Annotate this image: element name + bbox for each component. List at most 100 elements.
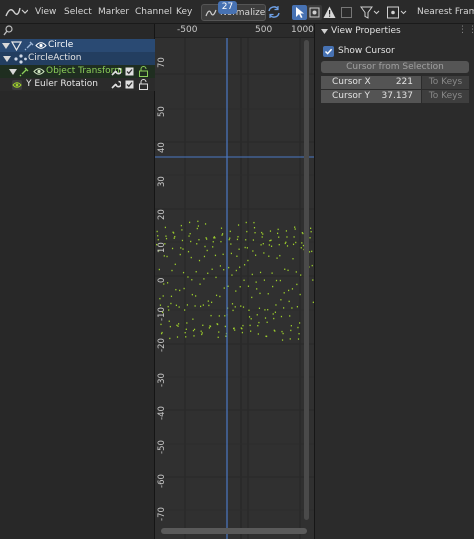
chevron-down-icon[interactable] xyxy=(9,68,17,76)
normalize-icon xyxy=(205,9,217,17)
curve-sample-point xyxy=(266,335,268,338)
lock-icon[interactable] xyxy=(138,79,149,90)
checkbox-icon[interactable] xyxy=(125,67,134,76)
curve-sample-point xyxy=(251,296,253,299)
refresh-icon[interactable] xyxy=(267,5,281,19)
ghost-toggle[interactable] xyxy=(339,5,354,20)
channel-search[interactable] xyxy=(0,24,155,38)
curve-sample-point xyxy=(228,266,230,269)
curve-sample-point xyxy=(187,276,189,278)
show-cursor-label: Show Cursor xyxy=(338,46,395,56)
frame-ruler[interactable]: -500 500 1000 xyxy=(155,24,314,38)
curve-sample-point xyxy=(197,225,199,227)
curve-sample-point xyxy=(273,317,275,320)
filter-dropdown[interactable] xyxy=(360,5,380,20)
horizontal-scrollbar[interactable] xyxy=(161,528,307,534)
chevron-down-icon[interactable] xyxy=(2,42,10,50)
curve-sample-point xyxy=(171,247,174,250)
chevron-down-icon xyxy=(321,29,328,34)
select-tool-button[interactable] xyxy=(292,5,307,20)
curve-sample-point xyxy=(283,307,285,309)
channel-row-fcurve[interactable]: Y Euler Rotation xyxy=(0,78,155,91)
curve-sample-point xyxy=(179,289,181,292)
channel-row-action[interactable]: CircleAction xyxy=(0,52,155,65)
menu-select[interactable]: Select xyxy=(64,4,92,20)
curve-sample-point xyxy=(219,265,221,267)
curve-sample-point xyxy=(264,317,267,319)
channel-row-group[interactable]: Object Transform xyxy=(0,65,155,78)
curve-sample-point xyxy=(178,306,180,308)
curve-sample-point xyxy=(240,305,242,307)
curve-sample-point xyxy=(262,233,264,235)
menu-key[interactable]: Key xyxy=(176,4,192,20)
curve-sample-point xyxy=(297,326,299,329)
curve-sample-point xyxy=(230,252,232,255)
curve-sample-point xyxy=(196,243,198,245)
vertical-scrollbar[interactable] xyxy=(304,40,309,520)
chevron-down-icon[interactable] xyxy=(3,55,11,63)
curve-sample-point xyxy=(200,305,202,308)
curve-sample-point xyxy=(191,293,193,296)
cursor-x-label: Cursor X xyxy=(332,77,371,87)
curve-sample-point xyxy=(301,242,303,244)
eye-icon[interactable] xyxy=(35,41,47,50)
cursor-arrow-icon xyxy=(296,7,304,18)
curve-sample-point xyxy=(247,285,250,287)
curve-sample-point xyxy=(170,302,172,305)
menu-view[interactable]: View xyxy=(35,4,56,20)
curve-sample-point xyxy=(189,221,191,224)
curve-sample-point xyxy=(249,324,251,327)
curve-sample-point xyxy=(229,230,231,233)
graph-canvas[interactable] xyxy=(155,24,314,539)
warning-toggle[interactable] xyxy=(322,5,337,20)
eye-icon[interactable] xyxy=(12,80,22,90)
drag-handle-icon[interactable]: ⋮⋮ xyxy=(458,23,474,37)
wrench-icon[interactable] xyxy=(110,79,121,90)
curve-sample-point xyxy=(198,239,200,241)
curve-sample-point xyxy=(224,325,226,328)
pin-icon[interactable] xyxy=(24,40,35,51)
curve-sample-point xyxy=(263,252,265,254)
y-axis-label: 0 xyxy=(157,277,167,283)
graph-editor-icon[interactable] xyxy=(4,4,28,20)
view-properties-panel-header[interactable]: View Properties ⋮⋮ xyxy=(315,24,474,38)
y-axis-label: -20 xyxy=(157,338,167,352)
cursor-x-field[interactable]: Cursor X 221 xyxy=(321,76,421,89)
curve-sample-point xyxy=(173,237,175,239)
pivot-dropdown[interactable] xyxy=(386,5,408,20)
curve-sample-point xyxy=(271,272,273,274)
menu-channel[interactable]: Channel xyxy=(135,4,172,20)
current-frame-indicator[interactable]: 27 xyxy=(218,1,237,14)
menu-marker[interactable]: Marker xyxy=(98,4,129,20)
pin-icon[interactable] xyxy=(19,66,30,77)
curve-sample-point xyxy=(268,244,270,246)
channel-row-object[interactable]: Circle xyxy=(0,39,155,52)
sidebar: View Properties ⋮⋮ Show Cursor Cursor fr… xyxy=(314,24,474,539)
cursor-from-selection-button[interactable]: Cursor from Selection xyxy=(321,61,469,73)
curve-sample-point xyxy=(202,304,204,306)
curve-sample-point xyxy=(289,315,291,317)
curve-sample-point xyxy=(192,318,194,320)
curve-sample-point xyxy=(199,283,201,285)
lock-icon[interactable] xyxy=(138,66,149,77)
curve-sample-point xyxy=(274,311,276,313)
curve-sample-point xyxy=(263,279,265,281)
curve-sample-point xyxy=(229,237,231,239)
curve-sample-point xyxy=(258,307,261,309)
channel-region: Circle CircleAction Object Transform Y E… xyxy=(0,24,155,539)
show-cursor-checkbox[interactable] xyxy=(323,46,334,57)
curve-sample-point xyxy=(310,227,312,229)
curve-sample-point xyxy=(294,228,296,230)
wrench-icon[interactable] xyxy=(110,66,121,77)
show-handles-button[interactable] xyxy=(307,5,322,20)
curve-sample-point xyxy=(168,309,170,311)
eye-icon[interactable] xyxy=(33,67,45,76)
curve-sample-point xyxy=(174,263,176,266)
curve-sample-point xyxy=(218,331,220,333)
checkbox-icon[interactable] xyxy=(125,80,134,89)
interpolation-mode-dropdown[interactable]: Nearest Frame xyxy=(417,4,474,20)
cursor-y-field[interactable]: Cursor Y 37.137 xyxy=(321,90,421,103)
cursor-y-to-keys-button[interactable]: To Keys xyxy=(422,90,469,103)
curve-sample-point xyxy=(254,232,256,234)
cursor-x-to-keys-button[interactable]: To Keys xyxy=(422,76,469,89)
